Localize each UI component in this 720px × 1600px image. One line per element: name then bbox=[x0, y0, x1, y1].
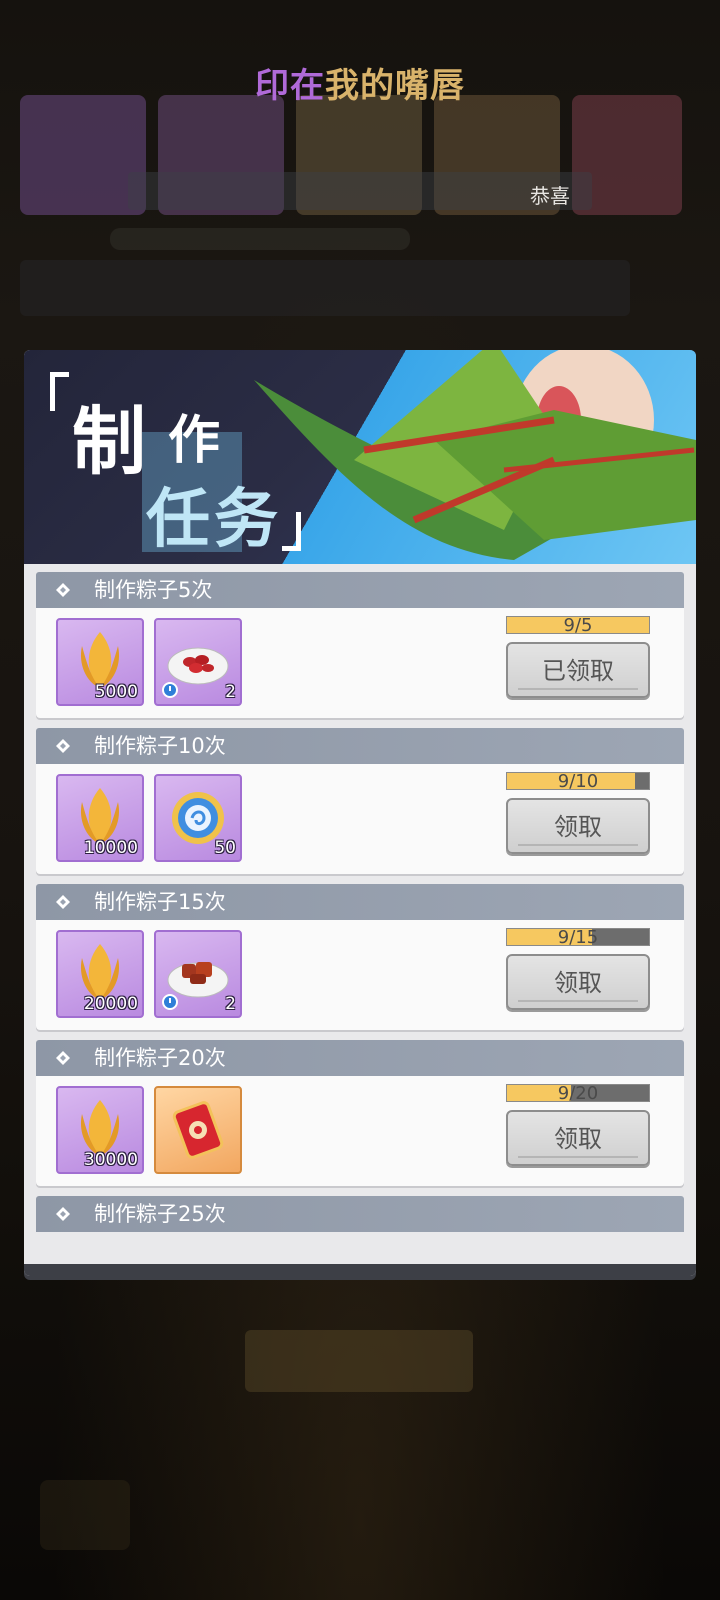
task-item: 制作粽子20次 30000 9/20 领取 bbox=[36, 1040, 684, 1186]
bg-subtitle bbox=[110, 228, 410, 250]
bg-button bbox=[245, 1330, 473, 1392]
task-label: 制作粽子20次 bbox=[94, 1046, 226, 1070]
reward-count: 20000 bbox=[83, 994, 138, 1014]
progress-bar: 9/20 bbox=[506, 1083, 650, 1104]
progress-text: 9/20 bbox=[557, 1083, 599, 1104]
progress-text: 9/5 bbox=[563, 615, 593, 636]
reward-slot[interactable]: 2 bbox=[154, 618, 242, 706]
task-list[interactable]: 制作粽子5次 5000 2 9/5 已领取 制作粽子10次 10000 50 9… bbox=[36, 572, 684, 1242]
reward-slot[interactable]: 50 bbox=[154, 774, 242, 862]
task-body: 30000 9/20 领取 bbox=[36, 1076, 684, 1186]
reward-count: 10000 bbox=[83, 838, 138, 858]
progress-text: 9/15 bbox=[557, 927, 599, 948]
panel-bottom-edge bbox=[24, 1264, 696, 1276]
reward-slot[interactable]: 10000 bbox=[56, 774, 144, 862]
progress-bar: 9/10 bbox=[506, 771, 650, 792]
diamond-icon bbox=[56, 1051, 70, 1065]
diamond-icon bbox=[56, 739, 70, 753]
reward-slot[interactable]: 5000 bbox=[56, 618, 144, 706]
task-panel: 制 作 任务 制作粽子5次 5000 2 9/5 已领取 制作粽子10次 100… bbox=[24, 350, 696, 1276]
congrats-text: 恭喜 bbox=[530, 184, 570, 208]
reward-slot[interactable]: 20000 bbox=[56, 930, 144, 1018]
task-label: 制作粽子10次 bbox=[94, 734, 226, 758]
claim-button[interactable]: 领取 bbox=[506, 954, 650, 1010]
bg-row bbox=[20, 260, 630, 316]
clock-icon bbox=[162, 994, 178, 1010]
reward-slot[interactable]: 2 bbox=[154, 930, 242, 1018]
banner-title-small: 作 bbox=[168, 411, 221, 471]
diamond-icon bbox=[56, 583, 70, 597]
task-item: 制作粽子10次 10000 50 9/10 领取 bbox=[36, 728, 684, 874]
banner-title-sub: 任务 bbox=[146, 483, 282, 557]
task-header: 制作粽子15次 bbox=[36, 884, 684, 920]
task-label: 制作粽子5次 bbox=[94, 578, 213, 602]
reward-count: 2 bbox=[225, 682, 236, 702]
claimed-button[interactable]: 已领取 bbox=[506, 642, 650, 698]
banner-title-big: 制 bbox=[72, 399, 146, 485]
reward-slot[interactable]: 30000 bbox=[56, 1086, 144, 1174]
task-banner: 制 作 任务 bbox=[24, 350, 696, 564]
task-header: 制作粽子10次 bbox=[36, 728, 684, 764]
reward-count: 50 bbox=[214, 838, 236, 858]
task-header: 制作粽子20次 bbox=[36, 1040, 684, 1076]
bracket-left bbox=[50, 372, 69, 411]
event-title-part2: 我的嘴唇 bbox=[325, 66, 465, 106]
task-item: 制作粽子5次 5000 2 9/5 已领取 bbox=[36, 572, 684, 718]
task-item: 制作粽子15次 20000 2 9/15 领取 bbox=[36, 884, 684, 1030]
clock-icon bbox=[162, 682, 178, 698]
task-body: 10000 50 9/10 领取 bbox=[36, 764, 684, 874]
task-label: 制作粽子25次 bbox=[94, 1202, 226, 1226]
event-title: 印在我的嘴唇 bbox=[0, 58, 720, 107]
reward-count: 5000 bbox=[94, 682, 138, 702]
event-title-part1: 印在 bbox=[255, 66, 325, 106]
bracket-right bbox=[282, 512, 301, 551]
progress-text: 9/10 bbox=[557, 771, 599, 792]
claim-button[interactable]: 领取 bbox=[506, 1110, 650, 1166]
task-item: 制作粽子25次 bbox=[36, 1196, 684, 1232]
banner-title: 制 作 任务 bbox=[50, 372, 330, 557]
bg-banner-strip bbox=[128, 172, 592, 210]
progress-bar: 9/5 bbox=[506, 615, 650, 636]
bg-bottom-icon bbox=[40, 1480, 130, 1550]
diamond-icon bbox=[56, 1207, 70, 1221]
claim-button[interactable]: 领取 bbox=[506, 798, 650, 854]
braised-meat-plate-icon bbox=[167, 962, 229, 998]
diamond-icon bbox=[56, 895, 70, 909]
task-body: 20000 2 9/15 领取 bbox=[36, 920, 684, 1030]
progress-bar: 9/15 bbox=[506, 927, 650, 948]
red-date-plate-icon bbox=[167, 647, 229, 685]
reward-slot[interactable] bbox=[154, 1086, 242, 1174]
reward-count: 2 bbox=[225, 994, 236, 1014]
reward-count: 30000 bbox=[83, 1150, 138, 1170]
task-body: 5000 2 9/5 已领取 bbox=[36, 608, 684, 718]
task-label: 制作粽子15次 bbox=[94, 890, 226, 914]
task-header: 制作粽子25次 bbox=[36, 1196, 684, 1232]
task-header: 制作粽子5次 bbox=[36, 572, 684, 608]
red-envelope-icon bbox=[172, 1101, 224, 1159]
